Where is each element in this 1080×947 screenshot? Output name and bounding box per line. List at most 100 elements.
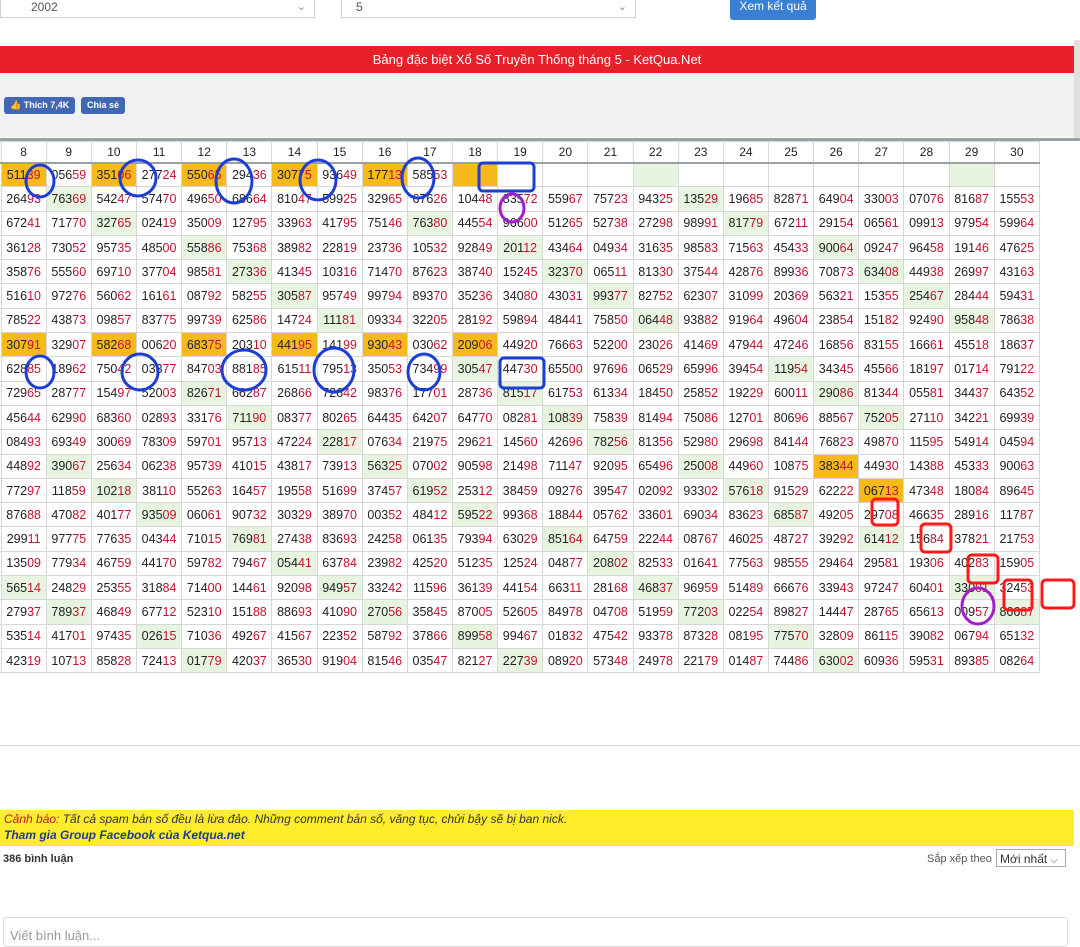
result-prefix: 711 [232,410,253,425]
result-suffix: 69 [117,434,132,449]
result-cell [722,161,769,188]
result-suffix: 02 [433,459,448,474]
result-suffix: 32 [1020,629,1035,644]
result-prefix: 166 [909,337,930,352]
result-prefix: 181 [909,362,930,377]
result-suffix: 42 [117,362,132,377]
result-cell: 13509 [0,550,47,577]
result-suffix: 01 [433,386,448,401]
year-select[interactable]: 2002 ⌄ [0,0,315,18]
result-cell: 06511 [587,259,634,285]
result-prefix: 342 [954,410,976,425]
result-suffix: 36 [478,289,493,304]
result-cell: 41469 [677,332,724,358]
result-prefix: 672 [6,216,28,231]
result-cell: 59531 [903,647,950,674]
result-suffix: 10 [929,410,944,425]
result-cell: 52310 [181,599,228,625]
result-cell: 10875 [767,453,815,479]
result-suffix: 87 [1020,604,1035,619]
result-prefix: 870 [457,604,479,619]
result-suffix: 79 [207,653,222,668]
result-suffix: 31 [568,289,583,304]
view-results-button[interactable]: Xem kết quả [730,0,816,20]
result-suffix: 47 [884,240,899,255]
result-suffix: 96 [568,434,583,449]
result-suffix: 13 [72,653,87,668]
result-cell: 31099 [722,283,769,309]
result-cell: 47224 [271,429,318,455]
result-cell: 58792 [361,623,408,649]
result-cell: 02254 [722,599,769,625]
result-prefix: 851 [547,532,569,547]
day-header: 19 [497,141,544,164]
result-cell: 04877 [542,550,589,577]
table-header-row: 7891011121314151617181920212223242526272… [0,141,1041,164]
facebook-share-button[interactable]: Chia sẻ [81,97,126,114]
result-suffix: 65 [27,386,42,401]
result-suffix: 76 [207,410,222,425]
result-suffix: 41 [704,556,719,571]
result-suffix: 10 [27,289,42,304]
result-cell: 52003 [135,380,183,406]
result-prefix: 454 [773,240,795,255]
result-prefix: 693 [51,434,73,449]
result-prefix: 535 [6,629,28,644]
result-suffix: 65 [343,410,357,425]
month-select[interactable]: 5 ⌄ [341,0,636,18]
result-suffix: 11 [569,580,583,595]
result-cell: 44960 [722,453,769,479]
result-cell: 46759 [90,550,137,577]
result-suffix: 83 [704,240,719,255]
result-cell [587,161,634,188]
result-prefix: 724 [141,653,163,668]
result-prefix: 710 [186,629,208,644]
result-prefix: 375 [683,264,705,279]
result-prefix: 291 [818,216,840,231]
result-cell: 57348 [587,647,634,674]
result-cell: 78256 [587,429,634,455]
result-cell: 55263 [181,477,228,504]
result-cell: 65500 [542,356,589,382]
result-suffix: 61 [162,289,177,304]
result-suffix: 13 [343,362,357,377]
result-suffix: 05 [433,313,448,328]
result-prefix: 647 [593,532,614,547]
result-prefix: 516 [6,289,28,304]
result-cell: 88185 [226,356,273,382]
result-prefix: 222 [638,532,660,547]
result-cell: 28765 [858,599,905,625]
result-prefix: 734 [412,362,434,377]
result-prefix: 217 [999,532,1021,547]
day-header: 17 [406,141,453,164]
result-suffix: 47 [433,653,448,668]
result-cell: 44554 [451,210,499,236]
result-prefix: 294 [231,167,253,182]
result-cell [677,161,724,188]
result-suffix: 39 [26,167,41,182]
facebook-group-link[interactable]: Tham gia Group Facebook của Ketqua.net [4,828,1070,842]
result-prefix: 387 [457,264,479,279]
result-cell: 49870 [858,429,905,455]
comment-input[interactable]: Viết bình luận... [3,917,1068,947]
result-cell: 04934 [587,234,634,261]
facebook-like-button[interactable]: 👍 Thích 7,4K [4,97,76,114]
result-cell: 73052 [45,234,92,261]
result-cell: 15684 [903,526,950,552]
result-suffix: 00 [613,337,628,352]
sort-select[interactable]: Mới nhất ⌵ [996,849,1066,867]
result-suffix: 97 [27,483,42,498]
result-prefix: 089 [547,653,569,668]
result-cell: 88567 [813,404,860,431]
result-cell: 32453 [993,575,1041,601]
result-cell: 39067 [45,453,92,479]
result-prefix: 576 [728,483,750,498]
day-header: 30 [993,141,1041,164]
result-cell: 72965 [0,380,47,406]
result-cell: 11596 [406,575,453,601]
result-cell: 58255 [226,283,273,309]
result-suffix: 15 [162,629,177,644]
result-cell: 33003 [858,186,905,212]
result-cell: 25467 [903,283,950,309]
result-suffix: 71 [207,386,222,401]
